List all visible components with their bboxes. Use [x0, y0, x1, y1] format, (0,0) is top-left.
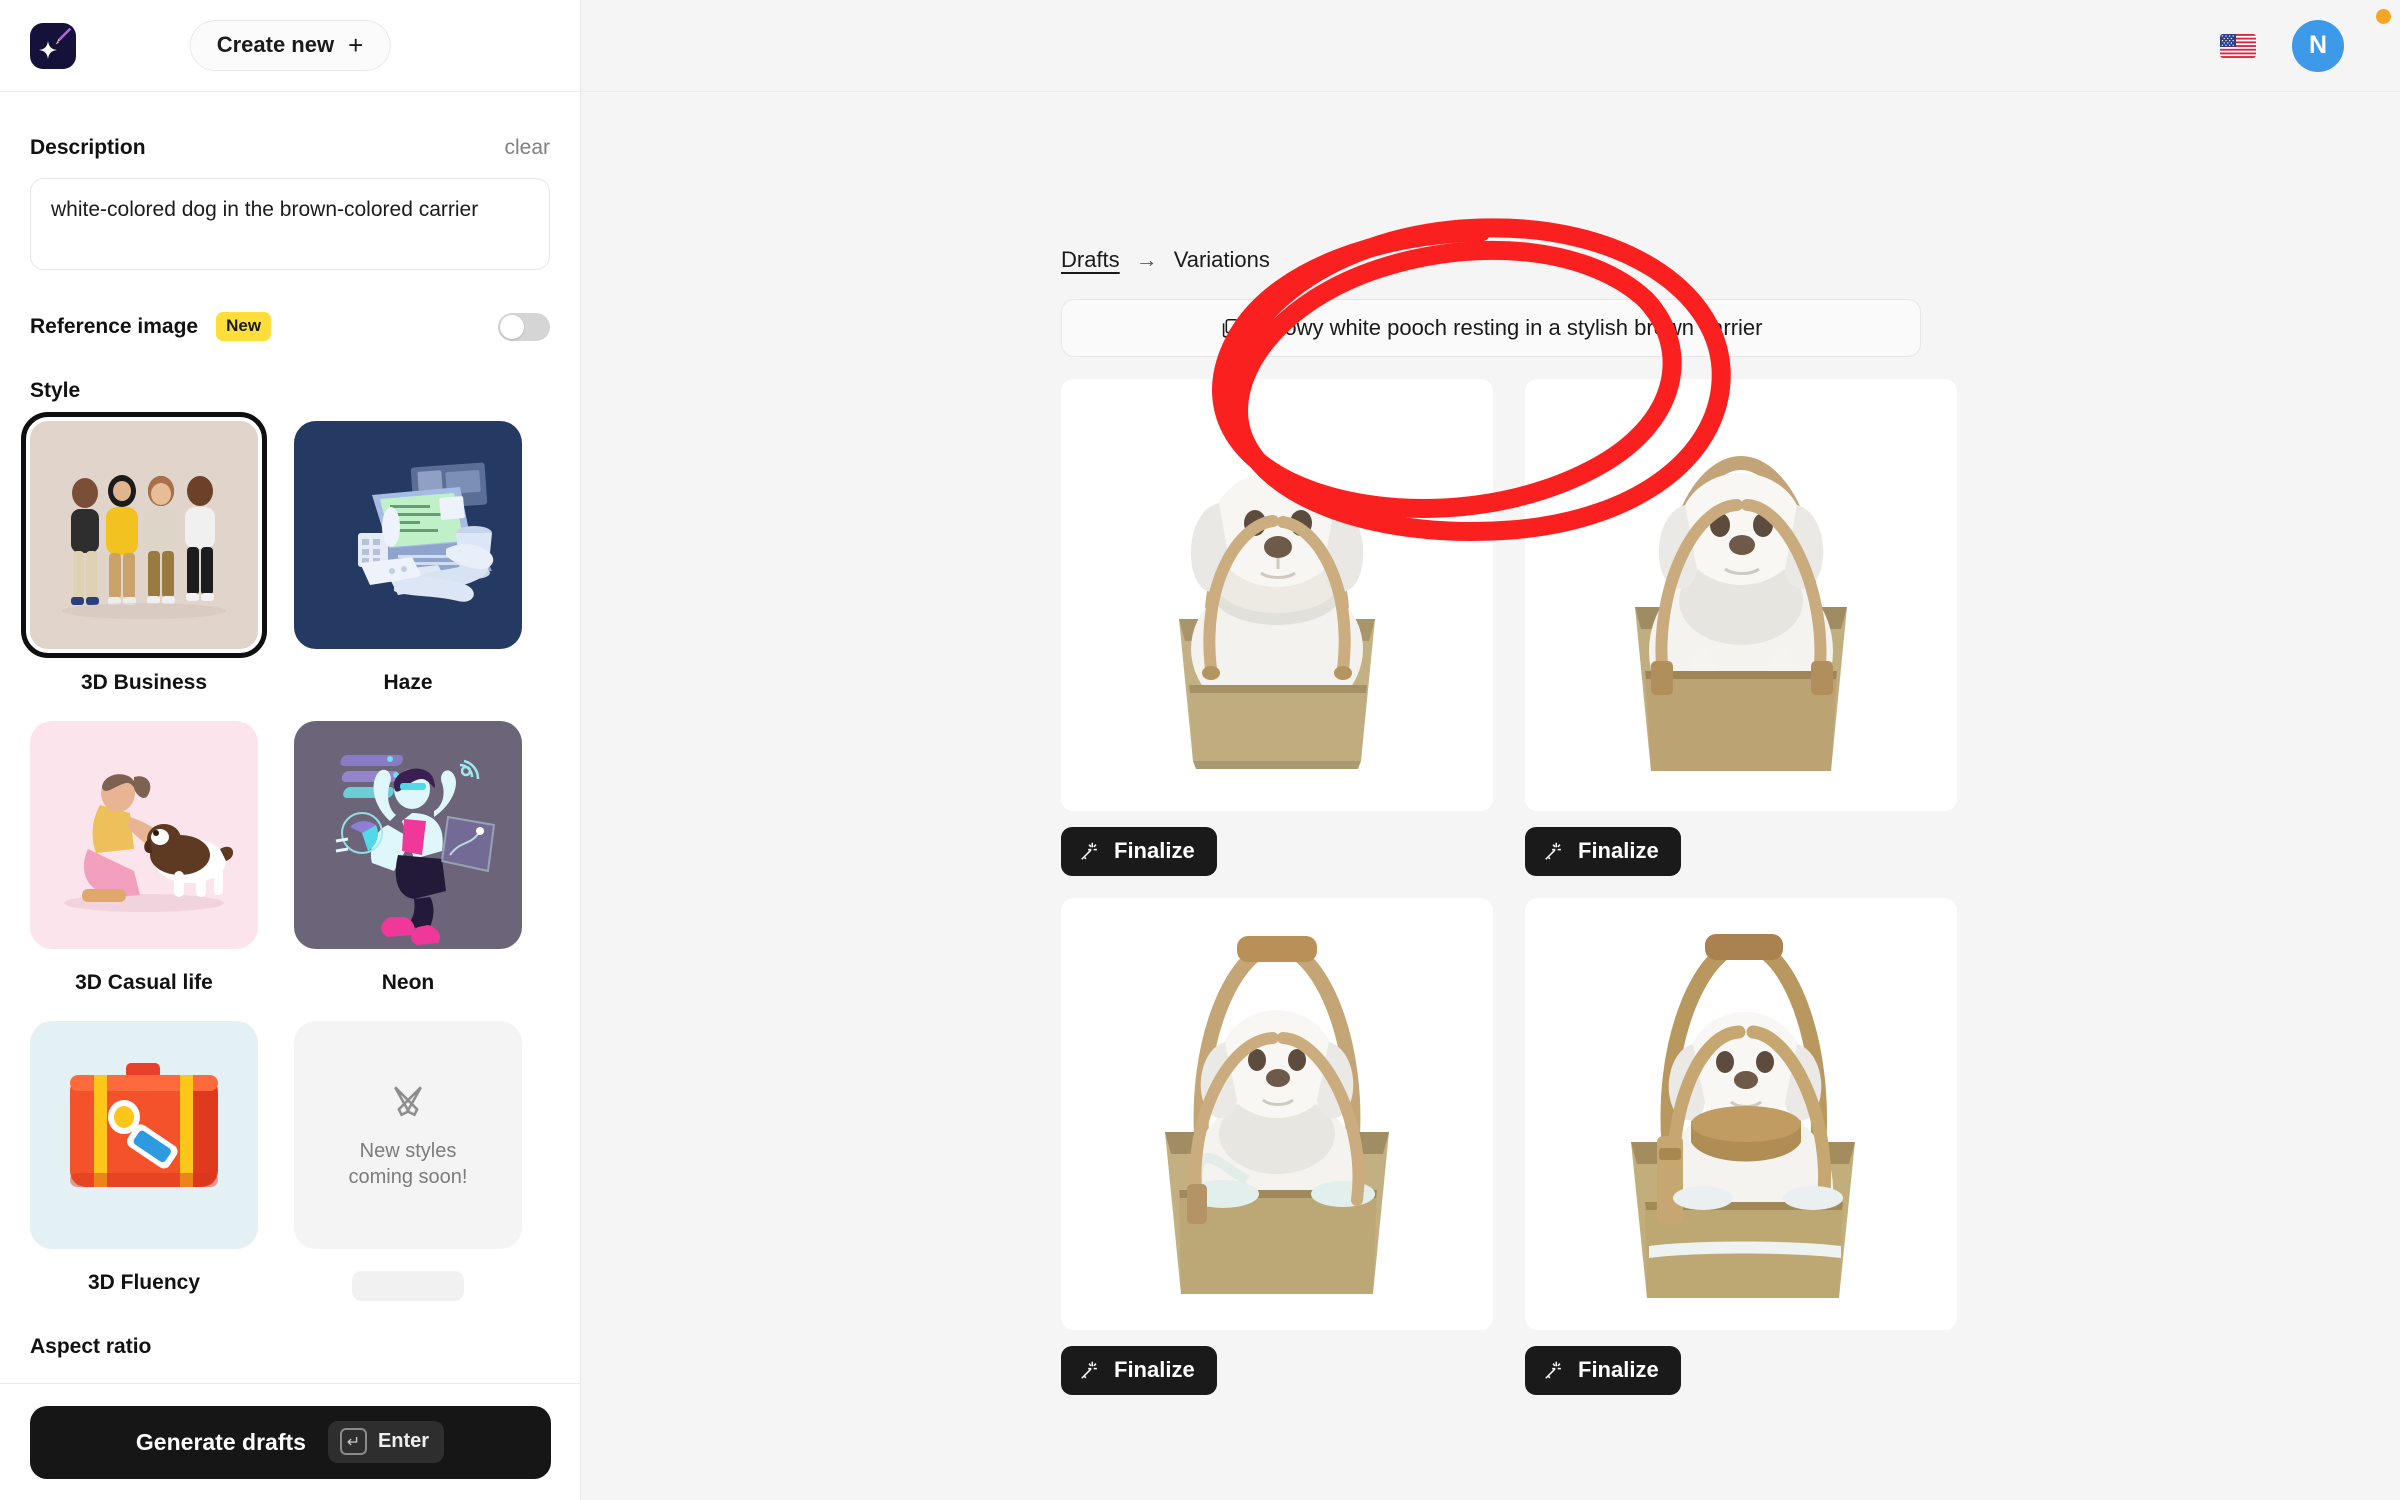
- breadcrumb: Drafts → Variations: [1061, 247, 2400, 273]
- crossed-pens-icon: [394, 1086, 422, 1117]
- generate-drafts-label: Generate drafts: [135, 1428, 306, 1455]
- enter-key-icon: ↵: [339, 1428, 367, 1455]
- style-thumb-3d-fluency: [30, 1021, 258, 1249]
- style-coming-soon: New styles coming soon!: [294, 1021, 522, 1321]
- sidebar-body: Description clear white-colored dog in t…: [0, 92, 580, 1383]
- style-option-neon[interactable]: Neon: [294, 721, 522, 1021]
- finalize-button-3[interactable]: Finalize: [1061, 1346, 1217, 1395]
- sidebar-footer: Generate drafts ↵ Enter: [0, 1383, 580, 1500]
- description-header: Description clear: [30, 136, 550, 160]
- breadcrumb-current: Variations: [1173, 247, 1270, 272]
- us-flag-icon[interactable]: [2220, 33, 2256, 58]
- prompt-bar[interactable]: Snowy white pooch resting in a stylish b…: [1061, 299, 1921, 357]
- style-thumb-3d-business: [21, 412, 267, 658]
- magic-wand-icon: [1545, 842, 1561, 860]
- reference-image-row: Reference image New: [30, 312, 550, 341]
- style-label-neon: Neon: [381, 971, 435, 994]
- style-thumb-neon: [294, 721, 522, 949]
- coming-soon-text: New styles coming soon!: [349, 1138, 468, 1191]
- prompt-text: Snowy white pooch resting in a stylish b…: [1257, 315, 1763, 340]
- style-option-haze[interactable]: Haze: [294, 421, 522, 721]
- sparkle-icon: [38, 40, 58, 59]
- finalize-button-4[interactable]: Finalize: [1525, 1346, 1681, 1395]
- variations-grid: Finalize Finalize Finalize Finalize: [1061, 379, 1957, 1417]
- clear-description-button[interactable]: clear: [504, 136, 550, 160]
- plus-icon: +: [348, 30, 364, 60]
- style-art-3d-casual-life: [64, 774, 234, 912]
- main-header: N: [581, 0, 2400, 92]
- dog-carrier-illustration-2: [1525, 379, 1957, 811]
- coming-soon-line2: coming soon!: [348, 1166, 468, 1188]
- create-new-label: Create new: [216, 32, 335, 57]
- magic-wand-icon: [1545, 1361, 1561, 1379]
- sparkle-brush-logo[interactable]: [30, 22, 76, 69]
- style-option-3d-casual-life[interactable]: 3D Casual life: [30, 721, 258, 1021]
- finalize-button-2[interactable]: Finalize: [1525, 827, 1681, 876]
- app-root: Create new + Description clear white-col…: [0, 0, 2400, 1500]
- aspect-ratio-header: Aspect ratio: [30, 1335, 550, 1359]
- variation-image-4[interactable]: [1525, 898, 1957, 1330]
- dog-carrier-illustration-3: [1061, 898, 1493, 1330]
- magic-wand-icon: [1081, 1361, 1097, 1379]
- generate-drafts-button[interactable]: Generate drafts ↵ Enter: [29, 1405, 551, 1479]
- finalize-label-3: Finalize: [1114, 1357, 1195, 1382]
- coming-soon-tile: New styles coming soon!: [294, 1021, 522, 1249]
- style-option-3d-business[interactable]: 3D Business: [21, 412, 267, 721]
- style-label-haze: Haze: [383, 671, 433, 694]
- variation-card-3: Finalize: [1061, 898, 1493, 1417]
- style-header: Style: [30, 379, 550, 403]
- finalize-label-1: Finalize: [1114, 838, 1195, 863]
- finalize-button-1[interactable]: Finalize: [1061, 827, 1217, 876]
- description-input[interactable]: white-colored dog in the brown-colored c…: [30, 178, 550, 270]
- label-skeleton: [352, 1271, 464, 1301]
- reference-image-label: Reference image: [30, 314, 199, 338]
- notification-dot: [2376, 9, 2391, 24]
- reference-image-toggle[interactable]: [498, 312, 550, 341]
- finalize-label-4: Finalize: [1578, 1357, 1659, 1382]
- style-art-3d-business: [62, 475, 226, 619]
- style-option-3d-fluency[interactable]: 3D Fluency: [30, 1021, 258, 1321]
- style-grid: 3D Business Haze 3D Casual life Neon 3D …: [21, 412, 550, 1321]
- aspect-ratio-label: Aspect ratio: [30, 1335, 152, 1358]
- create-new-button[interactable]: Create new +: [189, 20, 391, 71]
- style-label-3d-fluency: 3D Fluency: [87, 1271, 201, 1294]
- style-art-haze: [358, 462, 494, 602]
- breadcrumb-arrow-icon: →: [1135, 247, 1158, 272]
- style-art-neon: [335, 755, 496, 945]
- style-label-3d-casual-life: 3D Casual life: [75, 971, 213, 994]
- variation-image-3[interactable]: [1061, 898, 1493, 1330]
- new-badge: New: [216, 312, 272, 341]
- style-label-3d-business: 3D Business: [80, 671, 208, 694]
- sidebar: Create new + Description clear white-col…: [0, 0, 581, 1500]
- description-label: Description: [30, 136, 146, 159]
- copy-icon[interactable]: [1219, 317, 1241, 339]
- style-thumb-3d-casual-life: [30, 721, 258, 949]
- avatar-initial: N: [2308, 31, 2328, 59]
- main-panel: N Drafts → Variations Snowy white pooch …: [581, 0, 2400, 1500]
- breadcrumb-drafts-link[interactable]: Drafts: [1061, 247, 1120, 273]
- finalize-label-2: Finalize: [1578, 838, 1659, 863]
- main-content: Drafts → Variations Snowy white pooch re…: [581, 92, 2400, 1417]
- dog-carrier-illustration-1: [1061, 379, 1493, 811]
- sidebar-header: Create new +: [0, 0, 580, 92]
- variation-card-1: Finalize: [1061, 379, 1493, 898]
- enter-shortcut-label: Enter: [377, 1430, 430, 1452]
- dog-carrier-illustration-4: [1525, 898, 1957, 1330]
- coming-soon-line1: New styles: [359, 1139, 457, 1162]
- style-thumb-haze: [294, 421, 522, 649]
- variation-card-2: Finalize: [1525, 379, 1957, 898]
- variation-card-4: Finalize: [1525, 898, 1957, 1417]
- magic-wand-icon: [1081, 842, 1097, 860]
- avatar[interactable]: N: [2292, 19, 2344, 72]
- style-label: Style: [30, 379, 81, 402]
- toggle-knob: [500, 314, 524, 339]
- style-art-3d-fluency: [70, 1063, 218, 1187]
- variation-image-2[interactable]: [1525, 379, 1957, 811]
- variation-image-1[interactable]: [1061, 379, 1493, 811]
- enter-shortcut: ↵ Enter: [327, 1421, 445, 1463]
